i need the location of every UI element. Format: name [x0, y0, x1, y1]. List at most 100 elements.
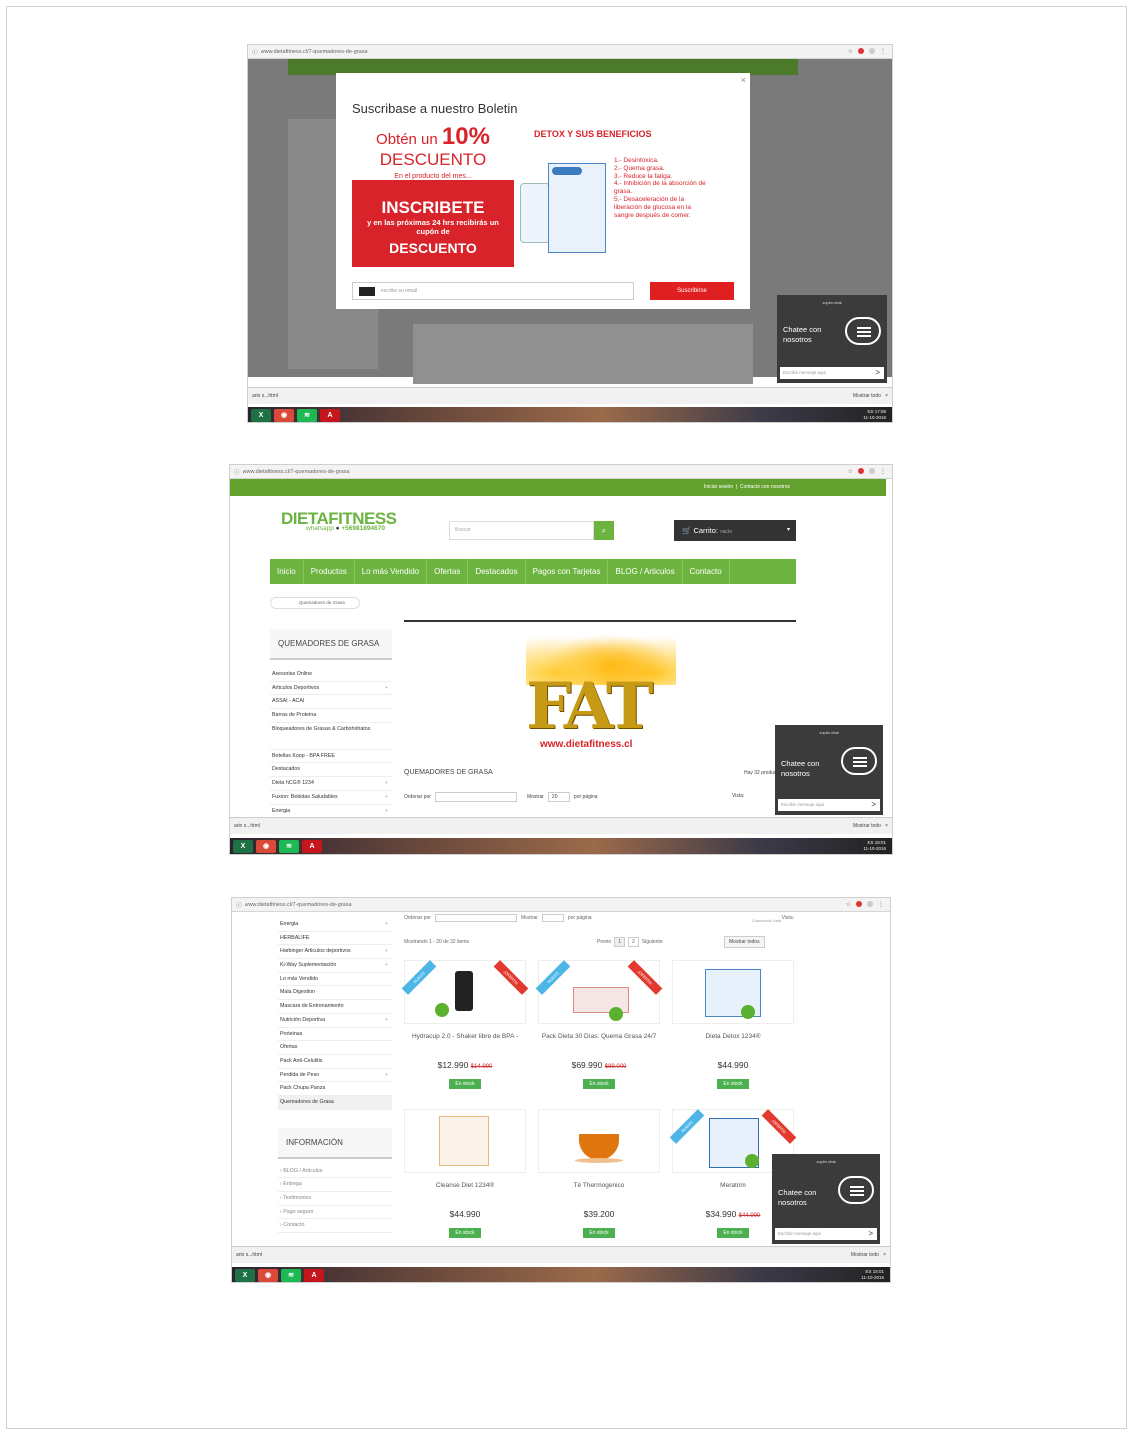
info-item[interactable]: › Pago seguro [278, 1206, 392, 1220]
chrome-icon[interactable]: ◉ [274, 408, 294, 422]
menu-icon[interactable]: ⋮ [880, 468, 886, 475]
sort-select[interactable] [434, 914, 517, 922]
close-icon[interactable]: × [883, 1252, 886, 1258]
subscribe-button[interactable]: Suscribirse [650, 282, 734, 300]
sidebar-item[interactable]: Lo más Vendido [278, 973, 392, 987]
sidebar-item[interactable]: Mascara de Entrenamiento [278, 1000, 392, 1014]
sidebar-item[interactable]: Proteinas [278, 1028, 392, 1042]
pinterest-icon[interactable] [856, 901, 862, 907]
nav-lo-mas-vendido[interactable]: Lo más Vendido [355, 559, 428, 584]
address-bar[interactable]: www.dietafitness.cl/7-quemadores-de-gras… [243, 469, 845, 475]
menu-icon[interactable]: ⋮ [878, 901, 884, 908]
close-icon[interactable]: × [741, 75, 746, 85]
product-card[interactable]: Cleanse Diet 1234® $44.990 En stock [404, 1109, 526, 1238]
pinterest-icon[interactable] [858, 48, 864, 54]
acrobat-icon[interactable]: A [304, 1268, 324, 1282]
sidebar-item[interactable]: Ki-Way Suplementación + [278, 959, 392, 973]
sidebar-item-active[interactable]: Quemadores de Grasa [278, 1095, 392, 1110]
product-image[interactable] [672, 960, 794, 1024]
sidebar-item[interactable]: Dieta hCG® 1234 + [270, 777, 392, 791]
product-name[interactable]: Pack Dieta 30 Días: Quema Grasa 24/7 [538, 1032, 660, 1054]
send-icon[interactable]: > [868, 1228, 873, 1240]
sidebar-item[interactable]: ASSAI - ACAI [270, 695, 392, 710]
spotify-icon[interactable]: ≋ [297, 408, 317, 422]
breadcrumb[interactable]: Quemadores de Grasa [270, 597, 360, 609]
star-icon[interactable]: ☆ [848, 468, 853, 475]
product-card[interactable]: Dieta Detox 1234® $44.990 En stock [672, 960, 794, 1089]
sidebar-item[interactable]: Nutrición Deportiva + [278, 1014, 392, 1028]
sidebar-item[interactable]: Botellas Koop - BPA FREE [270, 750, 392, 764]
acrobat-icon[interactable]: A [320, 408, 340, 422]
per-page-select[interactable]: 20 [547, 792, 570, 802]
show-all-button[interactable]: Mostrar todos [724, 936, 765, 948]
nav-ofertas[interactable]: Ofertas [427, 559, 469, 584]
search-input[interactable]: Buscar [449, 521, 594, 540]
sidebar-item[interactable]: Fuxion: Bebidas Saludables + [270, 791, 392, 805]
sidebar-item[interactable]: HERBALIFE [278, 932, 392, 946]
page-2[interactable]: 2 [627, 937, 639, 947]
sidebar-item[interactable]: Destacados [270, 763, 392, 778]
info-item[interactable]: › Contacto [278, 1219, 392, 1234]
view-toggle[interactable]: Cuadrícula Lista [752, 918, 781, 923]
close-icon[interactable]: × [885, 823, 888, 829]
product-image[interactable] [404, 1109, 526, 1173]
menu-icon[interactable]: ⋮ [880, 48, 886, 55]
sidebar-item[interactable]: Asesorias Online [270, 668, 392, 682]
sidebar-item[interactable]: Pack Anti-Celulitis [278, 1055, 392, 1069]
product-card[interactable]: Té Thermogenico $39.200 En stock [538, 1109, 660, 1238]
chrome-icon[interactable]: ◉ [256, 839, 276, 853]
sidebar-item[interactable]: Ofertas [278, 1041, 392, 1055]
spotify-icon[interactable]: ≋ [279, 839, 299, 853]
contact-link[interactable]: Contacte con nosotros [740, 484, 790, 490]
extension-icon[interactable] [869, 48, 875, 54]
sidebar-item[interactable]: Energia + [278, 918, 392, 932]
chat-input[interactable]: Escribir mensaje aquí > [775, 1228, 877, 1240]
nav-inicio[interactable]: Inicio [270, 559, 304, 584]
close-icon[interactable]: × [885, 393, 888, 399]
sidebar-item[interactable]: Harbinger Articulos deportivos + [278, 945, 392, 960]
nav-destacados[interactable]: Destacados [468, 559, 526, 584]
email-field[interactable]: escribe su email [352, 282, 634, 300]
show-all-downloads[interactable]: Mostrar todo [851, 1252, 879, 1258]
sidebar-item[interactable]: Articulos Deportivos + [270, 682, 392, 696]
per-page-select[interactable] [541, 914, 564, 922]
address-bar[interactable]: www.dietafitness.cl/7-quemadores-de-gras… [261, 49, 845, 55]
info-item[interactable]: › Entrega [278, 1178, 392, 1192]
nav-contacto[interactable]: Contacto [683, 559, 730, 584]
product-card[interactable]: NUEVO ¡OFERTA! Hydracup 2.0 - Shaker lib… [401, 960, 529, 1089]
excel-icon[interactable]: X [233, 839, 253, 853]
product-name[interactable]: Té Thermogenico [538, 1181, 660, 1203]
nav-pagos-con-tarjetas[interactable]: Pagos con Tarjetas [526, 559, 609, 584]
cart-button[interactable]: 🛒 Carrito: vacío ▾ [674, 520, 796, 541]
product-image[interactable]: NUEVO ¡OFERTA! [535, 960, 663, 1024]
show-all-downloads[interactable]: Mostrar todo [853, 823, 881, 829]
chat-widget[interactable]: zopim chat Chatee con nosotros Escribir m… [777, 295, 887, 383]
sidebar-item[interactable]: Perdida de Peso + [278, 1069, 392, 1083]
product-image[interactable]: NUEVO ¡OFERTA! [401, 960, 529, 1024]
pinterest-icon[interactable] [858, 468, 864, 474]
excel-icon[interactable]: X [251, 408, 271, 422]
sidebar-item[interactable]: Mala Digestion [278, 986, 392, 1001]
chat-widget[interactable]: zopim chat Chatee con nosotros Escribir m… [772, 1154, 880, 1244]
download-file[interactable]: ario s...html [236, 1252, 262, 1258]
send-icon[interactable]: > [875, 367, 880, 379]
login-link[interactable]: Iniciar sesión [704, 484, 733, 490]
excel-icon[interactable]: X [235, 1268, 255, 1282]
nav-blog[interactable]: BLOG / Articulos [608, 559, 683, 584]
sort-select[interactable] [434, 792, 517, 802]
show-all-downloads[interactable]: Mostrar todo [853, 393, 881, 399]
spotify-icon[interactable]: ≋ [281, 1268, 301, 1282]
product-name[interactable]: Hydracup 2.0 - Shaker libre de BPA - [404, 1032, 526, 1054]
search-button[interactable]: ⌕ [594, 521, 614, 540]
product-card[interactable]: NUEVO ¡OFERTA! Pack Dieta 30 Días: Quema… [535, 960, 663, 1089]
product-image[interactable] [538, 1109, 660, 1173]
star-icon[interactable]: ☆ [848, 48, 853, 55]
chat-input[interactable]: Escribir mensaje aquí > [778, 799, 880, 811]
download-file[interactable]: ario s...html [252, 393, 278, 399]
download-file[interactable]: ario s...html [234, 823, 260, 829]
prev-page[interactable]: Previo [597, 939, 611, 945]
page-1[interactable]: 1 [614, 937, 625, 947]
extension-icon[interactable] [869, 468, 875, 474]
sidebar-item[interactable]: Pack Chupa Panza [278, 1082, 392, 1096]
extension-icon[interactable] [867, 901, 873, 907]
